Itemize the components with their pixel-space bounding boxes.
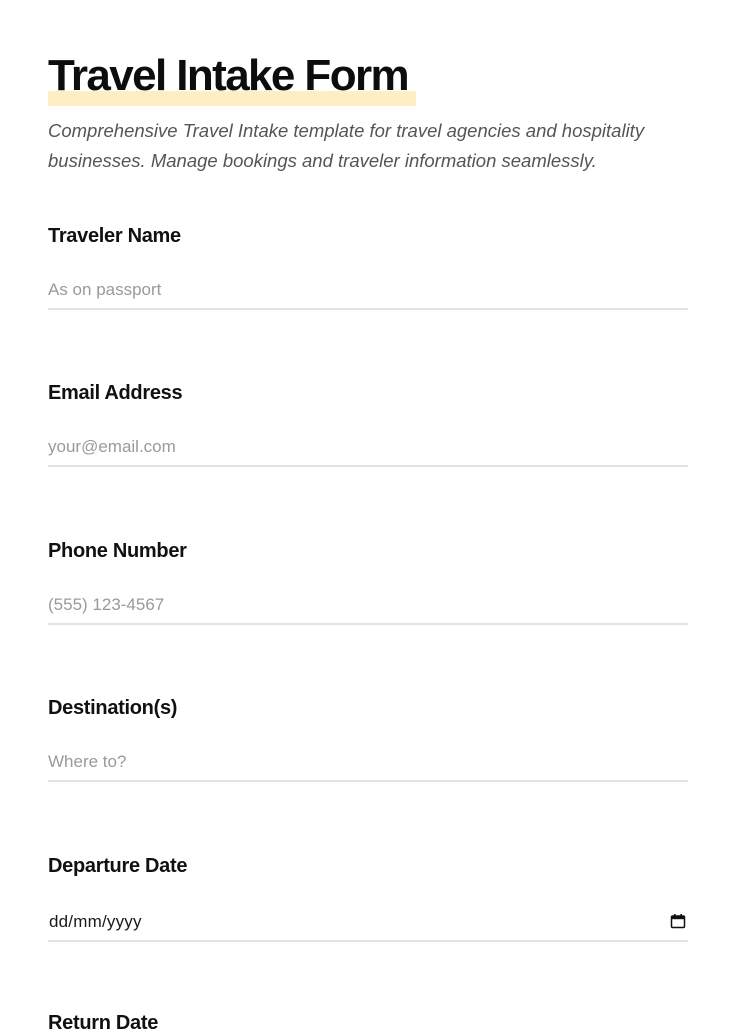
email-input[interactable] [48,429,688,467]
destination-input[interactable] [48,744,688,782]
destination-label: Destination(s) [48,697,178,719]
traveler-name-input[interactable] [48,272,688,310]
email-field: Email Address [48,381,688,467]
departure-date-input[interactable]: dd/mm/yyyy [48,902,688,942]
departure-date-label: Departure Date [48,855,188,877]
return-date-label: Return Date [48,1012,159,1034]
traveler-name-label: Traveler Name [48,225,181,247]
phone-field: Phone Number [48,539,688,625]
traveler-name-field: Traveler Name [48,224,688,310]
phone-input[interactable] [48,587,688,625]
departure-date-format: dd/mm/yyyy [49,912,142,931]
title-block: Travel Intake Form [48,50,416,106]
email-label: Email Address [48,382,183,404]
destination-field: Destination(s) [48,696,688,782]
return-date-field: Return Date [48,1011,688,1035]
calendar-icon[interactable] [670,913,686,929]
page-title: Travel Intake Form [48,51,410,100]
departure-date-field: Departure Date dd/mm/yyyy [48,854,688,942]
phone-label: Phone Number [48,540,187,562]
page-subtitle: Comprehensive Travel Intake template for… [48,120,645,171]
